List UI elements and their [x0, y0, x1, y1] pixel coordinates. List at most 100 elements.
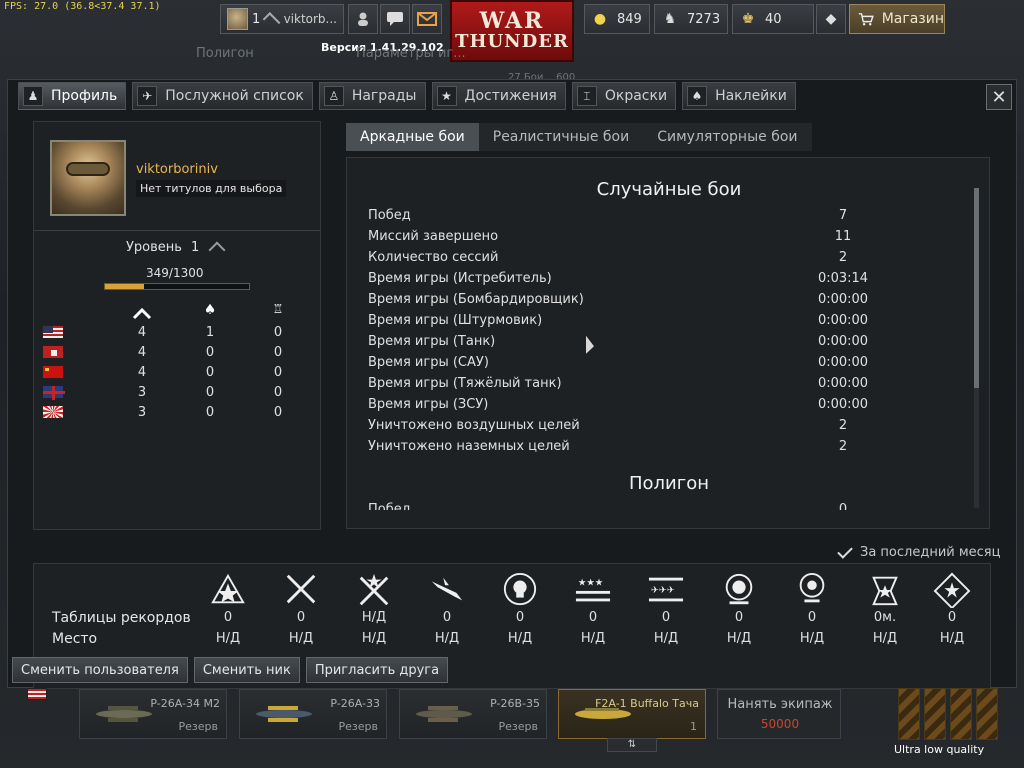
country-row-britain: 3 0 0: [42, 382, 312, 402]
profile-title[interactable]: Нет титулов для выбора: [136, 180, 287, 197]
background-tab: Полигон: [196, 46, 254, 61]
country-row-usa: 4 1 0: [42, 322, 312, 342]
record-value: 0: [296, 610, 306, 625]
tab-decals[interactable]: ♠ Наклейки: [682, 82, 796, 110]
last-month-toggle[interactable]: За последний месяц: [837, 542, 1000, 560]
stat-value: 7: [838, 208, 848, 223]
stat-value: 0:00:00: [817, 313, 869, 328]
country-stat: 0: [205, 384, 215, 400]
stat-label: Уничтожено воздушных целей: [368, 418, 580, 433]
spade-icon: ♠: [687, 86, 708, 106]
country-stat: 0: [273, 404, 283, 420]
tab-label: Послужной список: [165, 88, 304, 104]
rank-chevron-icon: [262, 12, 281, 30]
locked-slot: [924, 688, 946, 740]
chat-button[interactable]: [380, 4, 410, 34]
stat-row: Миссий завершено 11: [368, 227, 928, 248]
vehicle-name: F2A-1 Buffalo Тача: [595, 697, 699, 710]
hire-crew-cost: 50000: [760, 717, 800, 731]
tab-label: Награды: [351, 88, 417, 104]
vehicle-slot-selected[interactable]: F2A-1 Buffalo Тача 1: [558, 689, 706, 739]
crossed-swords-star-icon: [359, 573, 389, 606]
stat-row: Время игры (Бомбардировщик) 0:00:00: [368, 290, 928, 311]
vehicle-crew-count: 1: [690, 720, 697, 733]
profile-icon-button[interactable]: [348, 4, 378, 34]
change-nick-button[interactable]: Сменить ник: [193, 657, 300, 683]
tab-arcade[interactable]: Аркадные бои: [346, 123, 479, 151]
profile-username: viktorboriniv: [136, 162, 218, 177]
background-tab: Параметры иг...: [356, 46, 466, 61]
clock-star-icon: [872, 576, 898, 606]
mail-button[interactable]: [412, 4, 442, 34]
cart-icon: [858, 13, 874, 26]
country-row-japan: 3 0 0: [42, 402, 312, 422]
vehicle-slot[interactable]: P-26A-34 M2 Резерв: [79, 689, 227, 739]
profile-avatar[interactable]: [50, 140, 126, 216]
germany-flag-icon: [42, 345, 64, 359]
premium-button[interactable]: ◆: [816, 4, 846, 34]
medal-icon: ♙: [323, 86, 344, 106]
record-place: Н/Д: [215, 631, 241, 646]
svg-text:★★★: ★★★: [578, 577, 603, 588]
vehicle-name: P-26B-35: [490, 697, 540, 710]
checkmark-icon: [837, 542, 853, 559]
vehicle-name: P-26A-33: [330, 697, 380, 710]
country-rank: 4: [137, 364, 147, 380]
locked-slot: [898, 688, 920, 740]
stats-scrollbar[interactable]: [974, 188, 979, 508]
country-stat: 0: [205, 404, 215, 420]
xp-progress-bar: [104, 283, 250, 290]
shop-button[interactable]: Магазин: [849, 4, 945, 34]
skull-icon: [503, 572, 537, 606]
stat-label: Время игры (Тяжёлый танк): [368, 376, 562, 391]
country-rank: 3: [137, 384, 147, 400]
chat-icon: [387, 12, 403, 26]
country-stat: 0: [273, 324, 283, 340]
tab-achievements[interactable]: ★ Достижения: [431, 82, 566, 110]
stat-label: Время игры (Истребитель): [368, 271, 552, 286]
vehicle-slot[interactable]: P-26B-35 Резерв: [399, 689, 547, 739]
research-points[interactable]: ● 849: [584, 4, 650, 34]
tab-skins[interactable]: ⌶ Окраски: [571, 82, 677, 110]
slot-swap-button[interactable]: ⇅: [607, 738, 657, 752]
silver-lions[interactable]: ♞ 7273: [654, 4, 728, 34]
tab-service-record[interactable]: ✈ Послужной список: [132, 82, 313, 110]
tab-profile[interactable]: ♟ Профиль: [18, 82, 127, 110]
japan-flag-icon: [42, 405, 64, 419]
country-rank: 4: [137, 344, 147, 360]
close-icon: ✕: [991, 86, 1007, 108]
stat-value: 2: [838, 439, 848, 454]
tab-label: Окраски: [604, 88, 668, 104]
stat-label: Побед: [368, 208, 411, 223]
level-value: 1: [191, 240, 200, 255]
user-info-button[interactable]: 1 viktorb...: [220, 4, 344, 34]
stat-label: Уничтожено наземных целей: [368, 439, 570, 454]
tab-label: Профиль: [51, 88, 118, 104]
plane-down-icon: [431, 577, 463, 601]
lion-icon: [725, 573, 753, 605]
vehicle-name: P-26A-34 M2: [150, 697, 220, 710]
close-button[interactable]: ✕: [986, 84, 1012, 110]
spade-header-icon: ♠: [203, 302, 217, 318]
record-place: Н/Д: [580, 631, 606, 646]
stat-row: Побед 7: [368, 206, 928, 227]
tab-realistic[interactable]: Реалистичные бои: [479, 123, 643, 151]
hire-crew-slot[interactable]: Нанять экипаж 50000: [717, 689, 841, 739]
country-stat: 0: [205, 344, 215, 360]
golden-eagles[interactable]: ♚ 40: [732, 4, 814, 34]
avatar-goggles: [66, 162, 110, 176]
record-value: 0: [442, 610, 452, 625]
rank-number: 1: [251, 11, 261, 27]
record-place: Н/Д: [726, 631, 752, 646]
vehicle-slot[interactable]: P-26A-33 Резерв: [239, 689, 387, 739]
britain-flag-icon: [42, 385, 65, 400]
scrollbar-thumb[interactable]: [974, 188, 979, 388]
change-user-button[interactable]: Сменить пользователя: [12, 657, 188, 683]
invite-friend-button[interactable]: Пригласить друга: [305, 657, 449, 683]
star-icon: ★: [436, 86, 457, 106]
tab-awards[interactable]: ♙ Награды: [318, 82, 426, 110]
tab-simulator[interactable]: Симуляторные бои: [643, 123, 811, 151]
person-icon: [358, 12, 368, 26]
diamond-star-icon: [933, 572, 971, 608]
section-title-polygon: Полигон: [629, 473, 709, 494]
